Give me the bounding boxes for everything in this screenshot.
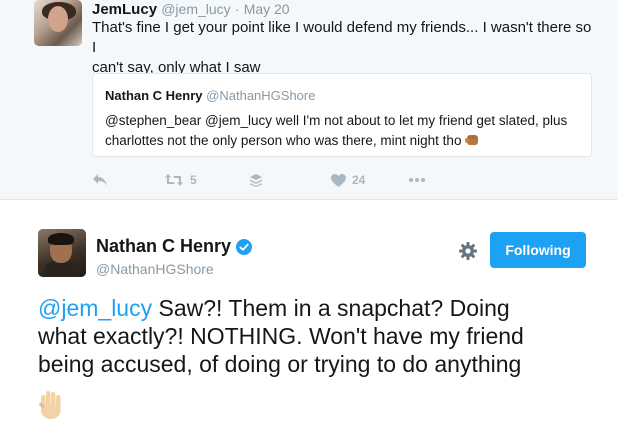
previous-tweet-text-line: That's fine I get your point like I woul… <box>92 19 592 56</box>
reply-icon <box>93 174 107 186</box>
previous-tweet-author-name[interactable]: JemLucy <box>92 1 157 18</box>
nathan-avatar[interactable] <box>38 229 86 277</box>
main-tweet-author[interactable]: Nathan C Henry <box>96 236 253 257</box>
like-count: 24 <box>352 173 366 187</box>
heart-icon <box>331 173 346 187</box>
main-tweet-text: @jem_lucy Saw?! Them in a snapchat? Doin… <box>38 294 608 378</box>
quoted-tweet-author-name: Nathan C Henry <box>105 88 203 103</box>
quoted-tweet-author-handle: @NathanHGShore <box>206 88 316 103</box>
reply-button[interactable] <box>92 170 108 190</box>
gear-icon[interactable] <box>459 242 477 260</box>
stack-icon <box>250 174 262 187</box>
retweet-count: 5 <box>190 173 197 187</box>
quoted-tweet[interactable]: Nathan C Henry @NathanHGShore @stephen_b… <box>92 73 592 157</box>
quoted-tweet-text: @stephen_bear @jem_lucy well I'm not abo… <box>105 111 585 151</box>
more-icon <box>409 178 425 182</box>
verified-badge-icon <box>236 238 253 255</box>
quoted-tweet-text-line-2: charlottes not the only person who was t… <box>105 133 462 148</box>
buffer-button[interactable] <box>249 170 263 190</box>
raised-hand-emoji-icon <box>39 391 61 419</box>
quoted-tweet-text-line: @stephen_bear @jem_lucy well I'm not abo… <box>105 113 568 128</box>
previous-tweet: JemLucy @jem_lucy · May 20 That's fine I… <box>0 0 618 200</box>
previous-tweet-actions: 5 24 <box>92 170 512 190</box>
jemlucy-avatar[interactable] <box>34 0 82 46</box>
like-button[interactable]: 24 <box>331 170 365 190</box>
more-button[interactable] <box>408 170 426 190</box>
main-tweet-text-line: being accused, of doing or trying to do … <box>38 351 522 377</box>
previous-tweet-date[interactable]: May 20 <box>244 1 290 17</box>
mention-link[interactable]: @jem_lucy <box>38 295 152 321</box>
quoted-tweet-text-line: charlottes not the only person who was t… <box>105 131 585 151</box>
main-tweet-author-name[interactable]: Nathan C Henry <box>96 236 231 257</box>
retweet-icon <box>165 174 183 186</box>
following-button[interactable]: Following <box>490 232 586 268</box>
previous-tweet-header: JemLucy @jem_lucy · May 20 <box>92 0 290 19</box>
retweet-button[interactable]: 5 <box>164 170 197 190</box>
previous-tweet-author-handle[interactable]: @jem_lucy <box>161 1 230 17</box>
previous-tweet-text: That's fine I get your point like I woul… <box>92 18 592 78</box>
quoted-tweet-header: Nathan C Henry @NathanHGShore <box>105 88 315 103</box>
separator-dot: · <box>234 1 240 17</box>
fist-emoji-icon <box>465 135 479 145</box>
main-tweet-text-line: @jem_lucy Saw?! Them in a snapchat? Doin… <box>38 294 608 322</box>
main-tweet-text-line-1: Saw?! Them in a snapchat? Doing <box>152 295 510 321</box>
main-tweet-author-handle[interactable]: @NathanHGShore <box>96 261 214 277</box>
main-tweet-text-line: what exactly?! NOTHING. Won't have my fr… <box>38 323 524 349</box>
